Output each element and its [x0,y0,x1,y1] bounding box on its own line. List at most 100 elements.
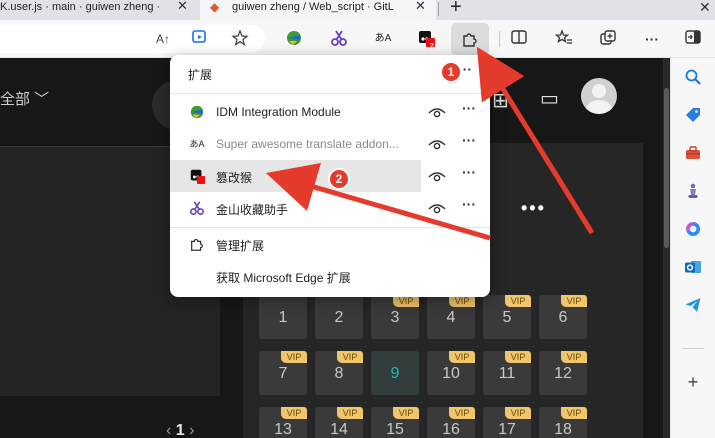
ext-tampermonkey-button[interactable]: 2 [415,29,437,50]
episode-number: 6 [558,309,568,326]
episode-tile[interactable]: VIP 10 [427,351,475,395]
upload-icon[interactable]: ⊞ [492,88,509,113]
read-aloud-button[interactable]: A↑ [152,29,174,49]
manage-extensions-label: 管理扩展 [216,239,265,253]
plus-icon: + [687,372,699,392]
vip-badge: VIP [505,351,531,363]
episode-tile[interactable]: 2 [315,295,363,339]
episode-tile[interactable]: VIP 14 [315,407,363,438]
scissors-icon [188,200,206,216]
favorites-button[interactable] [553,29,575,49]
vip-badge: VIP [281,407,307,419]
sidebar-icon [685,30,701,44]
episode-number: 2 [334,309,344,326]
more-options-icon[interactable]: ••• [521,198,546,219]
episode-number: 7 [278,365,288,382]
sidebar-outlook-button[interactable] [681,258,705,282]
tab-strip: K.user.js · main · guiwen zheng · ✕ ◆ gu… [0,0,715,20]
episode-tile[interactable]: VIP 7 [259,351,307,395]
episode-tile[interactable]: VIP 16 [427,407,475,438]
close-icon[interactable]: ✕ [177,0,188,12]
episode-tile[interactable]: VIP 15 [371,407,419,438]
sidebar-add-button[interactable]: + [681,370,705,394]
more-menu-button[interactable]: ··· [641,29,663,49]
extension-item-idm[interactable]: IDM Integration Module ··· [170,96,490,128]
vip-badge: VIP [505,407,531,419]
sidebar-games-button[interactable] [681,182,705,206]
address-bar[interactable] [0,25,265,53]
scissors-icon [331,30,347,46]
next-page-icon[interactable]: › [185,422,194,438]
sidebar-toggle-button[interactable] [682,29,704,49]
episode-tile[interactable]: VIP 6 [539,295,587,339]
new-tab-button[interactable]: + [450,0,462,19]
ext-kingsoft-button[interactable] [328,29,350,49]
close-icon[interactable]: ✕ [415,0,426,12]
chevron-down-icon: ﹀ [30,91,50,108]
install-app-button[interactable] [189,29,211,49]
more-icon[interactable]: ··· [462,132,476,148]
episode-tile[interactable]: VIP 11 [483,351,531,395]
vip-badge: VIP [505,295,531,307]
vip-badge: VIP [449,407,475,419]
chess-icon [688,183,698,198]
category-dropdown[interactable]: 全部 ﹀ [0,88,49,109]
episode-number: 8 [334,365,344,382]
eye-icon[interactable] [428,168,446,184]
eye-icon[interactable] [428,104,446,120]
vip-badge: VIP [337,407,363,419]
scrollbar-thumb[interactable] [664,88,669,248]
sidebar-tools-button[interactable] [681,144,705,168]
prev-page-icon[interactable]: ‹ [166,422,176,438]
episode-tile[interactable]: VIP 13 [259,407,307,438]
extension-item-kingsoft[interactable]: 金山收藏助手 ··· [170,192,490,224]
vip-badge: VIP [337,351,363,363]
idm-icon [287,31,301,45]
ext-translate-button[interactable]: あA [372,29,394,49]
sidebar-shopping-button[interactable] [681,106,705,130]
split-screen-button[interactable] [508,29,530,49]
more-icon: ··· [645,31,659,47]
more-icon[interactable]: ··· [462,100,476,116]
episode-tile[interactable]: 9 [371,351,419,395]
gitlab-icon: ◆ [210,0,220,14]
extensions-button[interactable] [451,23,489,55]
window-close-button[interactable]: ✕ [699,0,711,16]
episode-number: 16 [442,421,460,438]
manage-extensions-item[interactable]: 管理扩展 [170,228,490,260]
category-label: 全部 [0,91,31,108]
episode-number: 12 [554,365,572,382]
tab-gitlab[interactable]: ◆ guiwen zheng / Web_script · GitL ✕ [200,0,436,20]
eye-icon[interactable] [428,200,446,216]
avatar[interactable] [581,78,617,114]
extension-item-translate[interactable]: あA Super awesome translate addon... ··· [170,128,490,160]
favorite-star-button[interactable] [229,29,251,49]
sidebar-search-button[interactable] [681,68,705,92]
episode-tile[interactable]: VIP 4 [427,295,475,339]
collections-button[interactable] [597,29,619,49]
episode-tile[interactable]: VIP 3 [371,295,419,339]
episode-tile[interactable]: VIP 12 [539,351,587,395]
more-icon[interactable]: ··· [462,164,476,180]
download-icon[interactable]: ▭ [540,86,559,111]
tampermonkey-icon [188,168,206,184]
read-aloud-icon: A↑ [155,32,170,46]
ext-idm-button[interactable] [283,29,305,49]
eye-icon[interactable] [428,136,446,152]
sidebar-telegram-button[interactable] [681,296,705,320]
episode-tile[interactable]: 1 [259,295,307,339]
popup-title: 扩展 [188,68,213,82]
episode-tile[interactable]: VIP 8 [315,351,363,395]
tampermonkey-badge: 2 [430,43,434,50]
episode-tile[interactable]: VIP 5 [483,295,531,339]
translate-icon: あA [189,139,205,149]
episode-number: 17 [498,421,516,438]
more-icon[interactable]: ··· [462,196,476,212]
episode-tile[interactable]: VIP 18 [539,407,587,438]
sidebar-m365-button[interactable] [681,220,705,244]
tab-userjs[interactable]: K.user.js · main · guiwen zheng · ✕ [0,0,196,20]
get-extensions-item[interactable]: 获取 Microsoft Edge 扩展 [170,260,490,292]
extension-label: Super awesome translate addon... [216,137,399,151]
episode-tile[interactable]: VIP 17 [483,407,531,438]
episode-number: 11 [498,365,516,382]
